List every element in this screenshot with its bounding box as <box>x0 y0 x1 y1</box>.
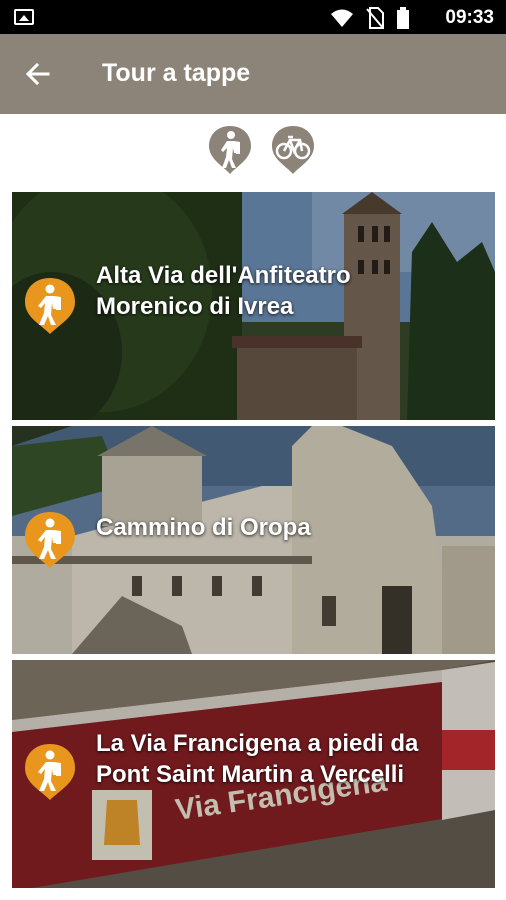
bicycle-icon[interactable] <box>270 124 316 176</box>
status-icons <box>330 7 410 29</box>
tour-title: Cammino di Oropa <box>96 514 311 541</box>
hiking-pin-icon <box>25 744 75 800</box>
tour-card-2[interactable]: Cammino di Oropa <box>12 426 495 654</box>
status-bar: 09:33 <box>0 0 506 34</box>
clock: 09:33 <box>445 7 494 28</box>
hiking-pin-icon <box>25 278 75 334</box>
tour-card-3[interactable]: Via Francigena La Via Francigena a piedi… <box>12 660 495 888</box>
app-bar: Tour a tappe <box>0 34 506 114</box>
no-sim-icon <box>366 7 384 29</box>
hiking-icon[interactable] <box>207 124 253 176</box>
page-title: Tour a tappe <box>102 59 251 87</box>
tour-title: Alta Via dell'Anfiteatro Morenico di Ivr… <box>96 262 351 320</box>
mode-switch <box>0 114 506 186</box>
hiking-pin-icon <box>25 512 75 568</box>
wifi-icon <box>331 9 353 27</box>
battery-icon <box>397 7 409 29</box>
back-arrow-icon[interactable] <box>22 58 54 90</box>
tour-title: La Via Francigena a piedi da Pont Saint … <box>96 730 419 788</box>
tour-card-1[interactable]: Alta Via dell'Anfiteatro Morenico di Ivr… <box>12 192 495 420</box>
gallery-notification-icon <box>14 9 34 25</box>
